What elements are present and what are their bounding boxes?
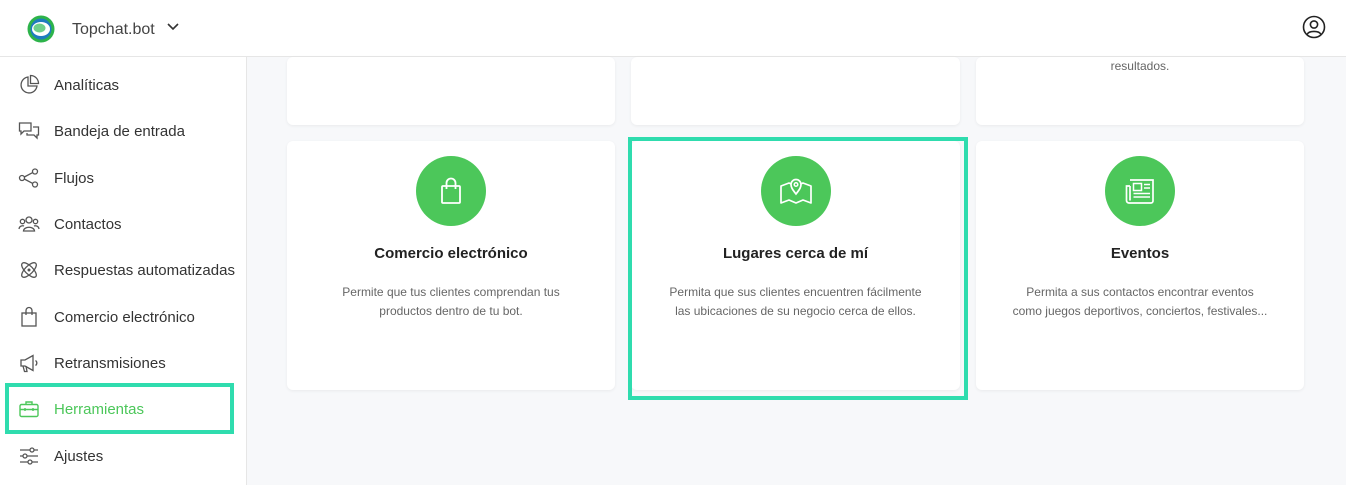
sidebar-item-label: Flujos xyxy=(54,169,95,187)
sidebar-item-label: Ajustes xyxy=(54,447,104,465)
sidebar-item-label: Comercio electrónico xyxy=(54,308,195,326)
sidebar-item-bandeja[interactable]: Bandeja de entrada xyxy=(0,109,247,153)
top-bar: Topchat.bot xyxy=(0,0,1346,57)
workspace-name[interactable]: Topchat.bot xyxy=(72,21,155,39)
newspaper-icon xyxy=(1125,179,1154,204)
flow-nodes-icon xyxy=(18,168,39,188)
pie-chart-icon xyxy=(20,74,40,94)
tool-card-top-2[interactable] xyxy=(631,57,960,125)
sidebar: Analíticas Bandeja de entrada Flujos Con… xyxy=(0,57,247,485)
sidebar-item-label: Bandeja de entrada xyxy=(54,122,185,140)
card-description: Permita a sus contactos encontrar evento… xyxy=(1012,285,1268,318)
sidebar-item-ajustes[interactable]: Ajustes xyxy=(0,434,247,478)
user-account-icon[interactable] xyxy=(1301,14,1327,40)
card-title: Lugares cerca de mí xyxy=(722,245,869,262)
shopping-bag-icon xyxy=(21,306,37,327)
tool-card-eventos[interactable]: Eventos Permita a sus contactos encontra… xyxy=(976,141,1304,390)
megaphone-icon xyxy=(20,354,38,373)
card-description: resultados. xyxy=(1110,59,1170,73)
card-title: Comercio electrónico xyxy=(374,245,528,262)
sidebar-item-retransmisiones[interactable]: Retransmisiones xyxy=(0,341,247,385)
card-description: Permite que tus clientes comprendan tus … xyxy=(342,285,560,318)
tool-icon-badge xyxy=(1105,156,1175,226)
sidebar-item-label: Retransmisiones xyxy=(54,354,166,372)
sliders-icon xyxy=(20,447,38,465)
tool-card-top-1[interactable] xyxy=(287,57,615,125)
chat-bubbles-icon xyxy=(18,122,40,140)
card-title: Eventos xyxy=(1110,245,1170,262)
tool-card-comercio[interactable]: Comercio electrónico Permite que tus cli… xyxy=(287,141,615,390)
atom-icon xyxy=(21,262,37,278)
tool-icon-badge xyxy=(416,156,486,226)
chevron-down-icon[interactable] xyxy=(166,20,180,34)
sidebar-item-label: Respuestas automatizadas xyxy=(54,261,235,279)
topchat-logo-icon[interactable] xyxy=(26,14,56,44)
tool-card-top-3[interactable]: resultados. xyxy=(976,57,1304,125)
sidebar-item-contactos[interactable]: Contactos xyxy=(0,202,247,246)
sidebar-item-label: Analíticas xyxy=(54,76,120,94)
shopping-bag-icon xyxy=(441,177,461,204)
tool-card-lugares[interactable]: Lugares cerca de mí Permita que sus clie… xyxy=(631,141,960,390)
active-item-highlight xyxy=(5,383,234,434)
sidebar-item-comercio[interactable]: Comercio electrónico xyxy=(0,295,247,339)
sidebar-item-respuestas[interactable]: Respuestas automatizadas xyxy=(0,248,247,292)
tool-icon-badge xyxy=(760,156,831,226)
map-pin-icon xyxy=(779,178,812,204)
sidebar-item-label: Contactos xyxy=(54,215,122,233)
sidebar-item-flujos[interactable]: Flujos xyxy=(0,156,247,200)
sidebar-item-analiticas[interactable]: Analíticas xyxy=(0,63,247,107)
users-icon xyxy=(18,216,40,232)
card-description: Permita que sus clientes encuentren fáci… xyxy=(669,285,922,318)
